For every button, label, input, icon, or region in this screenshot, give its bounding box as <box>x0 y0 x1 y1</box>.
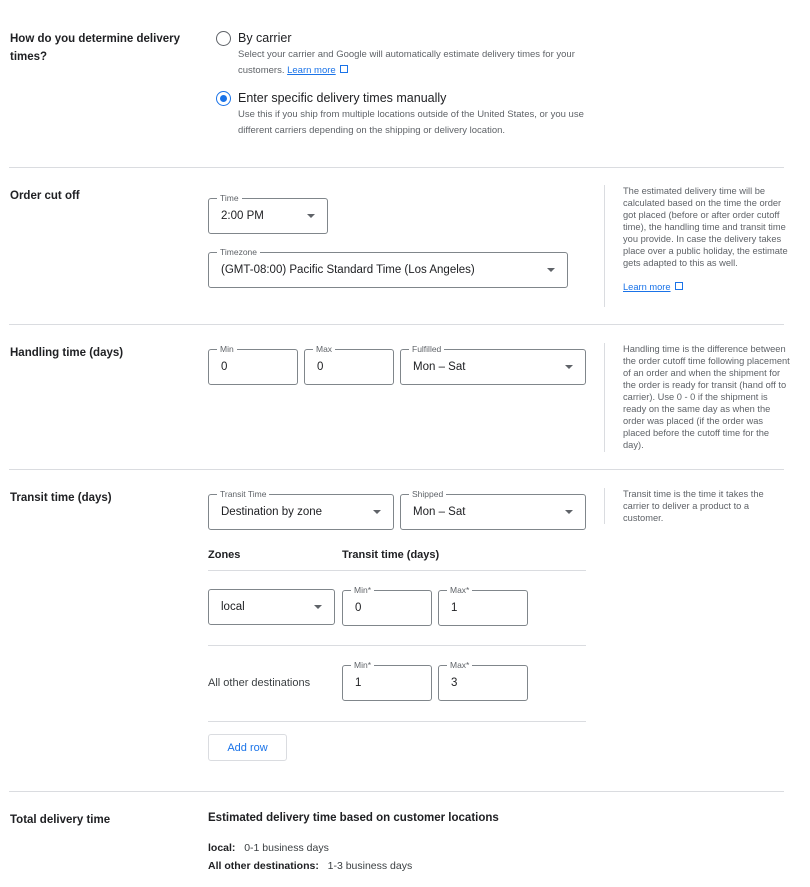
total-label: Total delivery time <box>10 814 111 826</box>
divider <box>9 167 784 168</box>
zone-other-label: All other destinations <box>208 677 311 689</box>
learn-more-link[interactable]: Learn more <box>623 282 671 292</box>
time-select[interactable]: Time 2:00 PM <box>208 192 328 234</box>
summary-value: 1-3 business days <box>327 860 413 872</box>
fulfilled-value: Mon – Sat <box>413 361 466 373</box>
order-cutoff-help: The estimated delivery time will be calc… <box>604 185 790 307</box>
fulfilled-select[interactable]: Fulfilled Mon – Sat <box>400 343 586 385</box>
divider <box>208 645 586 646</box>
dropdown-arrow-icon <box>565 365 573 369</box>
transit-type-select[interactable]: Transit Time Destination by zone <box>208 488 394 530</box>
summary-line: local: 0-1 business days <box>208 842 329 854</box>
handling-help: Handling time is the difference between … <box>604 343 790 452</box>
dropdown-arrow-icon <box>307 214 315 218</box>
dropdown-arrow-icon <box>314 605 322 609</box>
zone-other-max-input[interactable]: Max* 3 <box>438 659 528 701</box>
dropdown-arrow-icon <box>547 268 555 272</box>
divider <box>9 469 784 470</box>
divider <box>208 570 586 571</box>
min-value: 0 <box>355 602 362 614</box>
max-value: 3 <box>451 677 458 689</box>
option-by-carrier-title: By carrier <box>238 31 292 45</box>
option-manual-title: Enter specific delivery times manually <box>238 91 447 105</box>
option-manual-desc: Use this if you ship from multiple locat… <box>238 109 584 136</box>
max-value: 1 <box>451 602 458 614</box>
external-link-icon <box>339 64 348 73</box>
order-cutoff-help-text: The estimated delivery time will be calc… <box>623 186 788 268</box>
handling-label: Handling time (days) <box>10 347 124 359</box>
time-value: 2:00 PM <box>221 210 264 222</box>
transit-type-value: Destination by zone <box>221 506 323 518</box>
zones-header: Zones <box>208 549 241 561</box>
timezone-select[interactable]: Timezone (GMT-08:00) Pacific Standard Ti… <box>208 246 568 288</box>
min-value: 0 <box>221 361 228 373</box>
zone-local-min-input[interactable]: Min* 0 <box>342 584 432 626</box>
summary-line: All other destinations: 1-3 business day… <box>208 860 412 872</box>
handling-max-input[interactable]: Max 0 <box>304 343 394 385</box>
transit-days-header: Transit time (days) <box>342 549 440 561</box>
delivery-method-label: How do you determine delivery times? <box>10 33 180 63</box>
shipped-select[interactable]: Shipped Mon – Sat <box>400 488 586 530</box>
min-value: 1 <box>355 677 362 689</box>
timezone-value: (GMT-08:00) Pacific Standard Time (Los A… <box>221 264 475 276</box>
radio-manual[interactable] <box>216 91 231 106</box>
dropdown-arrow-icon <box>373 510 381 514</box>
zone-value: local <box>221 601 245 613</box>
order-cutoff-label: Order cut off <box>10 190 80 202</box>
summary-zone: local: <box>208 842 236 854</box>
zone-other-min-input[interactable]: Min* 1 <box>342 659 432 701</box>
divider <box>9 791 784 792</box>
divider <box>9 324 784 325</box>
transit-help: Transit time is the time it takes the ca… <box>604 488 790 524</box>
learn-more-link[interactable]: Learn more <box>287 65 336 76</box>
add-row-button[interactable]: Add row <box>208 734 287 761</box>
divider <box>208 721 586 722</box>
external-link-icon <box>674 282 683 290</box>
total-heading: Estimated delivery time based on custome… <box>208 812 499 824</box>
zone-local-max-input[interactable]: Max* 1 <box>438 584 528 626</box>
dropdown-arrow-icon <box>565 510 573 514</box>
handling-min-input[interactable]: Min 0 <box>208 343 298 385</box>
max-value: 0 <box>317 361 324 373</box>
option-by-carrier-desc: Select your carrier and Google will auto… <box>238 49 575 76</box>
summary-value: 0-1 business days <box>244 842 329 854</box>
zone-select[interactable]: local <box>208 589 335 625</box>
radio-by-carrier[interactable] <box>216 31 231 46</box>
shipped-value: Mon – Sat <box>413 506 466 518</box>
summary-zone: All other destinations: <box>208 860 319 872</box>
transit-label: Transit time (days) <box>10 492 112 504</box>
